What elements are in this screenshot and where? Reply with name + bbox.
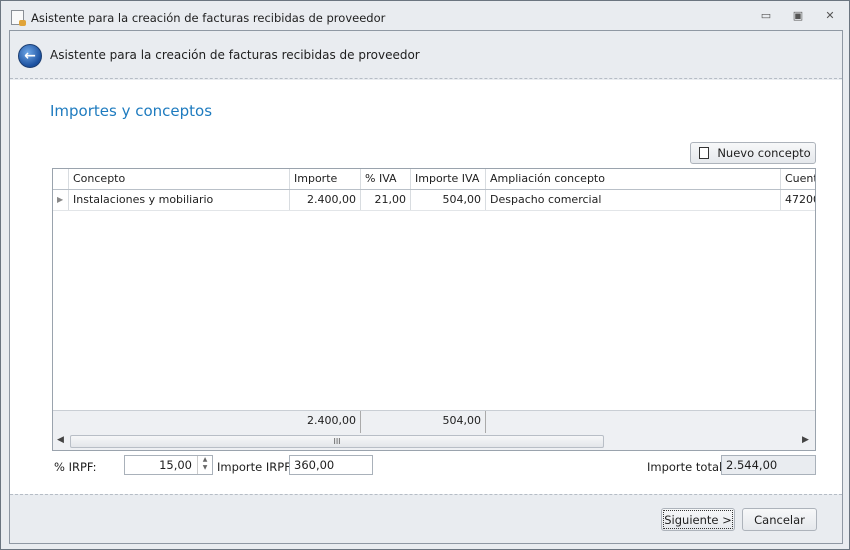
next-button[interactable]: Siguiente > <box>661 508 735 531</box>
col-cuenta[interactable]: Cuenta <box>781 169 815 189</box>
col-importe[interactable]: Importe <box>290 169 361 189</box>
cell-importe-iva[interactable]: 504,00 <box>411 190 486 210</box>
back-arrow-icon[interactable]: ← <box>18 44 42 68</box>
scroll-left-icon[interactable]: ◀ <box>57 435 64 445</box>
minimize-button[interactable]: ▭ <box>759 10 773 21</box>
cell-importe[interactable]: 2.400,00 <box>290 190 361 210</box>
cancel-button[interactable]: Cancelar <box>742 508 817 531</box>
irpf-spinner[interactable]: 15,00 ▲ ▼ <box>124 455 213 475</box>
irpf-label: % IRPF: <box>54 460 97 474</box>
close-button[interactable]: ✕ <box>823 10 837 21</box>
title-bar: Asistente para la creación de facturas r… <box>1 1 849 31</box>
new-document-icon <box>699 147 709 159</box>
spinner-arrows-icon[interactable]: ▲ ▼ <box>197 456 212 474</box>
restore-button[interactable]: ▣ <box>791 10 805 21</box>
wizard-content: Importes y conceptos Nuevo concepto Conc… <box>10 80 842 494</box>
cell-ampliacion[interactable]: Despacho comercial <box>486 190 781 210</box>
horizontal-scrollbar[interactable]: ◀ III ▶ <box>53 433 815 450</box>
table-row[interactable]: ▶ Instalaciones y mobiliario 2.400,00 21… <box>53 190 815 211</box>
cell-concepto[interactable]: Instalaciones y mobiliario <box>69 190 290 210</box>
irpf-value: 15,00 <box>159 458 192 472</box>
invoice-app-icon <box>11 10 26 26</box>
importe-irpf-field[interactable]: 360,00 <box>289 455 373 475</box>
total-importe-iva: 504,00 <box>411 411 486 433</box>
new-concept-button[interactable]: Nuevo concepto <box>690 142 816 164</box>
scroll-thumb[interactable]: III <box>70 435 604 448</box>
col-importe-iva[interactable]: Importe IVA <box>411 169 486 189</box>
wizard-window: Asistente para la creación de facturas r… <box>0 0 850 550</box>
footer-divider <box>10 494 842 495</box>
cell-iva[interactable]: 21,00 <box>361 190 411 210</box>
section-title: Importes y conceptos <box>50 102 213 120</box>
col-iva[interactable]: % IVA <box>361 169 411 189</box>
wizard-frame: ← Asistente para la creación de facturas… <box>9 30 843 544</box>
grid-totals-row: 2.400,00 504,00 <box>53 410 815 433</box>
grid-header-row: Concepto Importe % IVA Importe IVA Ampli… <box>53 169 815 190</box>
scroll-right-icon[interactable]: ▶ <box>802 435 809 445</box>
col-ampliacion[interactable]: Ampliación concepto <box>486 169 781 189</box>
window-title: Asistente para la creación de facturas r… <box>31 11 386 25</box>
wizard-header-title: Asistente para la creación de facturas r… <box>50 48 420 62</box>
importe-total-label: Importe total: <box>647 460 727 474</box>
importe-irpf-label: Importe IRPF: <box>217 460 294 474</box>
total-importe: 2.400,00 <box>290 411 361 433</box>
row-indicator-icon: ▶ <box>53 190 69 210</box>
col-concepto[interactable]: Concepto <box>69 169 290 189</box>
concepts-grid[interactable]: Concepto Importe % IVA Importe IVA Ampli… <box>52 168 816 451</box>
wizard-header: ← Asistente para la creación de facturas… <box>10 31 842 79</box>
indicator-header <box>53 169 69 189</box>
cell-cuenta[interactable]: 472000 <box>781 190 815 210</box>
importe-total-field: 2.544,00 <box>721 455 816 475</box>
new-concept-label: Nuevo concepto <box>717 146 811 160</box>
